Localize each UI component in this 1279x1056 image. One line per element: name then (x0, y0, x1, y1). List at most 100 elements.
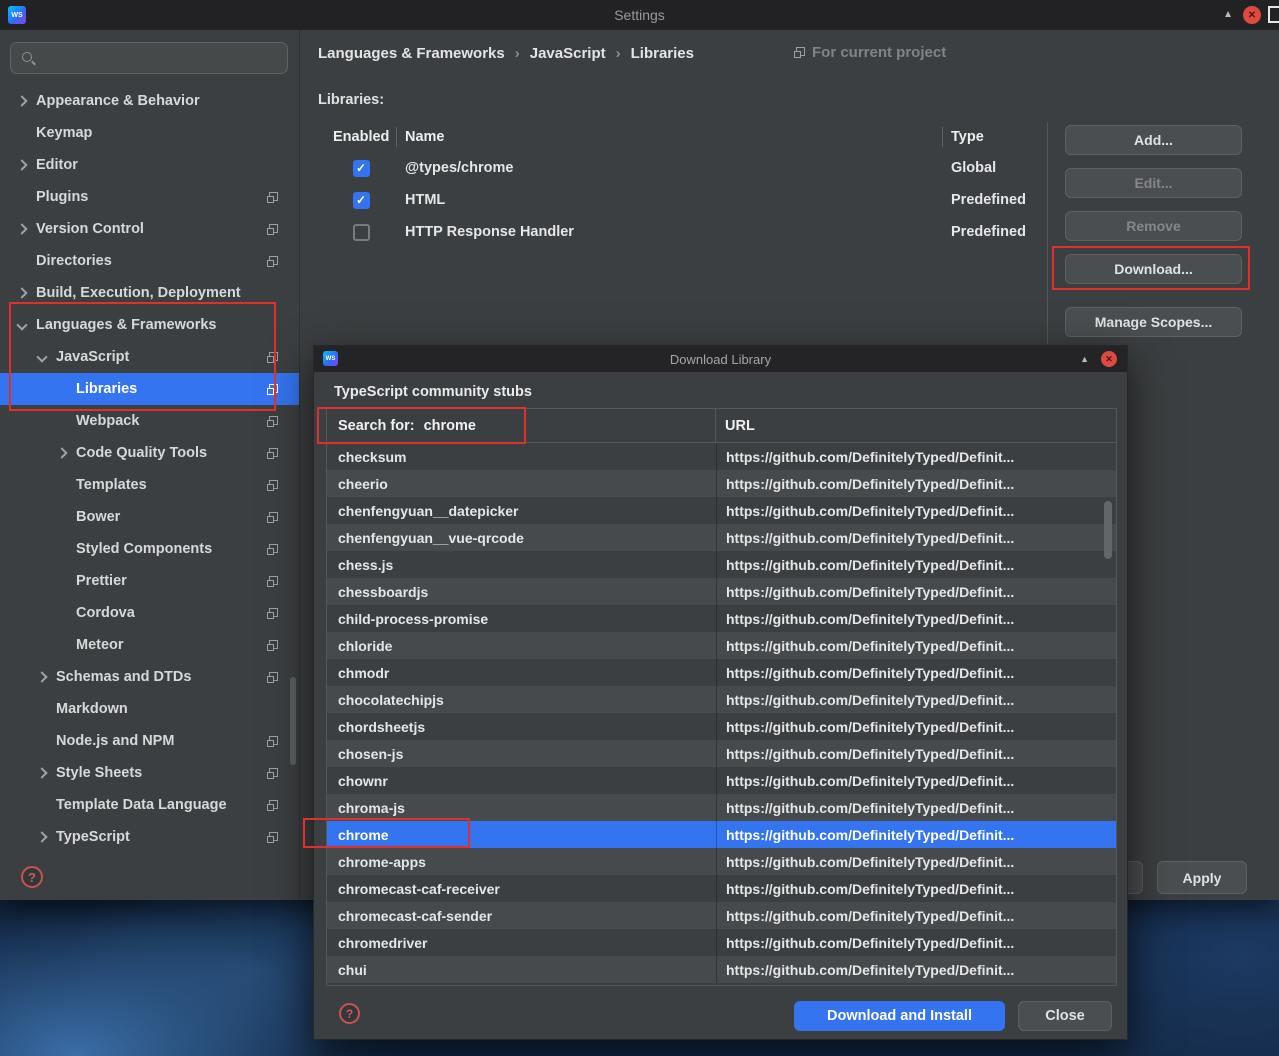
close-glyph: ✕ (1105, 353, 1113, 364)
minimize-icon[interactable]: ▲ (1223, 9, 1233, 21)
window-corner-fragment (1268, 6, 1279, 23)
sidebar-item-markdown[interactable]: Markdown (0, 693, 299, 725)
sidebar-item-label: Version Control (36, 221, 144, 237)
stub-name: chromecast-caf-sender (338, 907, 493, 924)
chevron-down-icon[interactable] (36, 353, 56, 361)
stub-row-chroma-js[interactable]: chroma-js https://github.com/DefinitelyTy… (327, 794, 1116, 821)
stub-url: https://github.com/DefinitelyTyped/Defin… (716, 821, 1116, 848)
stub-row-chrome-apps[interactable]: chrome-apps https://github.com/Definitely… (327, 848, 1116, 875)
sidebar-item-label: Node.js and NPM (56, 733, 175, 749)
stub-row-chessboardjs[interactable]: chessboardjs https://github.com/Definitel… (327, 578, 1116, 605)
chevron-right-icon[interactable] (16, 289, 36, 297)
manage-scopes-button[interactable]: Manage Scopes... (1065, 307, 1242, 337)
stub-url: https://github.com/DefinitelyTyped/Defin… (716, 929, 1116, 956)
stub-row-chromecast-caf-sender[interactable]: chromecast-caf-sender https://github.com/… (327, 902, 1116, 929)
column-header-name: Name (397, 127, 943, 147)
chevron-right-icon[interactable] (36, 673, 56, 681)
chevron-right-icon[interactable] (16, 161, 36, 169)
stub-list: checksum https://github.com/DefinitelyTyp… (327, 443, 1116, 983)
apply-button[interactable]: Apply (1157, 861, 1247, 894)
stub-url: https://github.com/DefinitelyTyped/Defin… (716, 605, 1116, 632)
stub-row-chenfengyuan-datepicker[interactable]: chenfengyuan__datepicker https://github.c… (327, 497, 1116, 524)
stub-row-child-process-promise[interactable]: child-process-promise https://github.com/… (327, 605, 1116, 632)
checkbox-types-chrome[interactable]: ✓ (352, 159, 370, 177)
sidebar-item-label: Markdown (56, 701, 128, 717)
sidebar-item-build-execution-deployment[interactable]: Build, Execution, Deployment (0, 277, 299, 309)
chevron-right-icon[interactable] (16, 225, 36, 233)
libraries-table: Enabled Name Type ✓ @types/chrome Global ✓ H… (325, 122, 1048, 344)
stub-url: https://github.com/DefinitelyTyped/Defin… (716, 767, 1116, 794)
settings-sidebar: Appearance & Behavior Keymap Editor Plugins… (0, 30, 300, 900)
stub-row-chordsheetjs[interactable]: chordsheetjs https://github.com/Definitel… (327, 713, 1116, 740)
chevron-right-icon[interactable] (16, 97, 36, 105)
sidebar-item-node-js-and-npm[interactable]: Node.js and NPM (0, 725, 299, 757)
stub-row-chrome[interactable]: chrome https://github.com/DefinitelyTyped… (327, 821, 1116, 848)
close-icon[interactable]: ✕ (1101, 351, 1117, 367)
breadcrumb-item-libraries[interactable]: Libraries (631, 45, 694, 62)
chevron-down-icon[interactable] (16, 321, 36, 329)
project-scope-icon (794, 47, 805, 58)
stub-row-chownr[interactable]: chownr https://github.com/DefinitelyTyped… (327, 767, 1116, 794)
stub-row-checksum[interactable]: checksum https://github.com/DefinitelyTyp… (327, 443, 1116, 470)
project-level-icon (267, 543, 278, 555)
download-button[interactable]: Download... (1065, 254, 1242, 284)
chevron-right-icon[interactable] (36, 769, 56, 777)
close-button[interactable]: Close (1018, 1001, 1112, 1031)
stub-row-chui[interactable]: chui https://github.com/DefinitelyTyped/D… (327, 956, 1116, 983)
close-glyph: ✕ (1247, 9, 1257, 21)
sidebar-item-languages-frameworks[interactable]: Languages & Frameworks (0, 309, 299, 341)
add-button[interactable]: Add... (1065, 125, 1242, 155)
table-row-http-response-handler[interactable]: HTTP Response Handler Predefined (325, 216, 1047, 248)
sidebar-item-template-data-language[interactable]: Template Data Language (0, 789, 299, 821)
stub-row-cheerio[interactable]: cheerio https://github.com/DefinitelyType… (327, 470, 1116, 497)
project-level-icon (267, 767, 278, 779)
search-for-cell[interactable]: Search for: chrome (327, 409, 716, 442)
sidebar-item-directories[interactable]: Directories (0, 245, 299, 277)
sidebar-item-plugins[interactable]: Plugins (0, 181, 299, 213)
chevron-right-icon[interactable] (56, 449, 76, 457)
stub-row-chromecast-caf-receiver[interactable]: chromecast-caf-receiver https://github.co… (327, 875, 1116, 902)
sidebar-item-keymap[interactable]: Keymap (0, 117, 299, 149)
settings-search-input[interactable] (10, 42, 288, 74)
stub-row-chocolatechipjs[interactable]: chocolatechipjs https://github.com/Defini… (327, 686, 1116, 713)
sidebar-item-cordova[interactable]: Cordova (0, 597, 299, 629)
table-row-types-chrome[interactable]: ✓ @types/chrome Global (325, 152, 1047, 184)
stub-row-chess-js[interactable]: chess.js https://github.com/DefinitelyTyp… (327, 551, 1116, 578)
sidebar-item-appearance-behavior[interactable]: Appearance & Behavior (0, 85, 299, 117)
sidebar-item-javascript[interactable]: JavaScript (0, 341, 299, 373)
sidebar-item-prettier[interactable]: Prettier (0, 565, 299, 597)
stub-row-chloride[interactable]: chloride https://github.com/DefinitelyTyp… (327, 632, 1116, 659)
table-row-html[interactable]: ✓ HTML Predefined (325, 184, 1047, 216)
stub-row-chromedriver[interactable]: chromedriver https://github.com/Definitel… (327, 929, 1116, 956)
checkbox-html[interactable]: ✓ (352, 191, 370, 209)
breadcrumb-item-languages-frameworks[interactable]: Languages & Frameworks (318, 45, 505, 62)
stub-row-chosen-js[interactable]: chosen-js https://github.com/DefinitelyTy… (327, 740, 1116, 767)
sidebar-item-webpack[interactable]: Webpack (0, 405, 299, 437)
stub-row-chenfengyuan-vue-qrcode[interactable]: chenfengyuan__vue-qrcode https://github.c… (327, 524, 1116, 551)
sidebar-item-style-sheets[interactable]: Style Sheets (0, 757, 299, 789)
sidebar-item-meteor[interactable]: Meteor (0, 629, 299, 661)
sidebar-item-templates[interactable]: Templates (0, 469, 299, 501)
sidebar-item-bower[interactable]: Bower (0, 501, 299, 533)
sidebar-item-schemas-and-dtds[interactable]: Schemas and DTDs (0, 661, 299, 693)
sidebar-item-version-control[interactable]: Version Control (0, 213, 299, 245)
help-icon[interactable]: ? (339, 1003, 360, 1024)
sidebar-item-styled-components[interactable]: Styled Components (0, 533, 299, 565)
breadcrumb-item-javascript[interactable]: JavaScript (530, 45, 606, 62)
sidebar-scrollbar[interactable] (290, 677, 296, 765)
checkbox-http-response-handler[interactable] (352, 223, 370, 241)
sidebar-item-typescript[interactable]: TypeScript (0, 821, 299, 853)
stub-row-chmodr[interactable]: chmodr https://github.com/DefinitelyTyped… (327, 659, 1116, 686)
sidebar-item-editor[interactable]: Editor (0, 149, 299, 181)
modal-scrollbar[interactable] (1104, 501, 1112, 559)
download-and-install-button[interactable]: Download and Install (794, 1001, 1005, 1031)
sidebar-item-label: Keymap (36, 125, 93, 141)
sidebar-item-code-quality-tools[interactable]: Code Quality Tools (0, 437, 299, 469)
sidebar-item-libraries[interactable]: Libraries (0, 373, 299, 405)
chevron-right-icon[interactable] (36, 833, 56, 841)
close-icon[interactable]: ✕ (1243, 6, 1261, 24)
modal-title: Download Library (669, 351, 772, 367)
minimize-icon[interactable]: ▲ (1080, 354, 1089, 364)
help-icon[interactable]: ? (21, 866, 43, 888)
enabled-cell: ✓ (325, 159, 397, 177)
